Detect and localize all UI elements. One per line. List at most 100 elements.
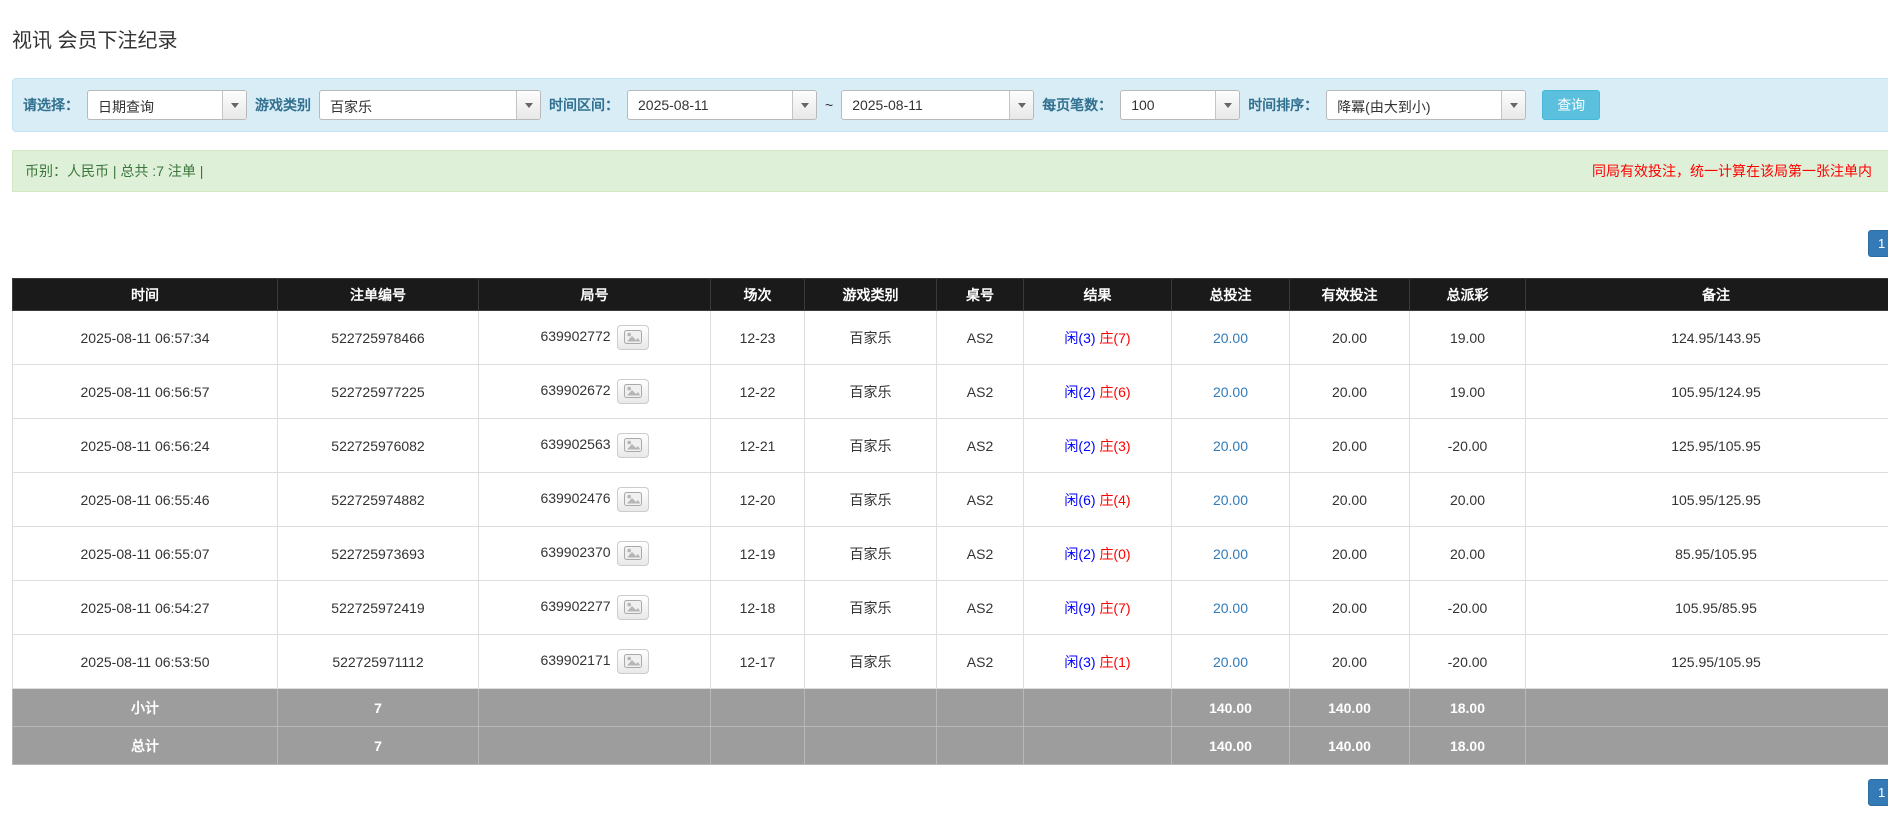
cell-bet-id: 522725972419 bbox=[278, 581, 479, 635]
table-row: 2025-08-11 06:57:34 522725978466 6399027… bbox=[13, 311, 1888, 365]
page-title: 视讯 会员下注纪录 bbox=[0, 0, 1888, 53]
pagination-page-button[interactable]: 1 bbox=[1868, 230, 1888, 257]
cell-time: 2025-08-11 06:54:27 bbox=[13, 581, 278, 635]
cell-table-no: AS2 bbox=[937, 365, 1024, 419]
cell-round-id: 639902563 bbox=[479, 419, 711, 473]
total-bet-link[interactable]: 20.00 bbox=[1213, 546, 1248, 562]
round-replay-button[interactable] bbox=[617, 433, 649, 458]
column-header: 游戏类别 bbox=[805, 279, 937, 311]
game-type-label: 游戏类别 bbox=[255, 95, 311, 115]
date-to-value: 2025-08-11 bbox=[842, 91, 933, 119]
column-header: 局号 bbox=[479, 279, 711, 311]
cell-result: 闲(2) 庄(6) bbox=[1024, 365, 1172, 419]
round-replay-button[interactable] bbox=[617, 649, 649, 674]
result-player: 闲(3) bbox=[1064, 654, 1095, 670]
picture-icon bbox=[624, 548, 642, 563]
cell-table-no: AS2 bbox=[937, 473, 1024, 527]
sort-label: 时间排序： bbox=[1248, 95, 1318, 115]
search-button[interactable]: 查询 bbox=[1542, 90, 1600, 120]
cell-remark: 105.95/125.95 bbox=[1526, 473, 1888, 527]
cell-payout: 19.00 bbox=[1410, 365, 1526, 419]
bet-records-table: 时间注单编号局号场次游戏类别桌号结果总投注有效投注总派彩备注 2025-08-1… bbox=[12, 278, 1888, 765]
cell-game-type: 百家乐 bbox=[805, 419, 937, 473]
result-player: 闲(3) bbox=[1064, 330, 1095, 346]
total-bet-link[interactable]: 20.00 bbox=[1213, 384, 1248, 400]
chevron-down-icon[interactable] bbox=[1009, 91, 1033, 119]
chevron-down-icon[interactable] bbox=[792, 91, 816, 119]
cell-time: 2025-08-11 06:53:50 bbox=[13, 635, 278, 689]
cell-valid-bet: 20.00 bbox=[1290, 365, 1410, 419]
cell-payout: -20.00 bbox=[1410, 419, 1526, 473]
cell-bet-id: 522725978466 bbox=[278, 311, 479, 365]
cell-result: 闲(2) 庄(0) bbox=[1024, 527, 1172, 581]
round-replay-button[interactable] bbox=[617, 379, 649, 404]
cell-session: 12-22 bbox=[711, 365, 805, 419]
column-header: 桌号 bbox=[937, 279, 1024, 311]
cell-game-type: 百家乐 bbox=[805, 581, 937, 635]
cell-valid-bet: 20.00 bbox=[1290, 419, 1410, 473]
page-size-select[interactable]: 100 bbox=[1120, 90, 1240, 120]
cell-remark: 124.95/143.95 bbox=[1526, 311, 1888, 365]
result-banker: 庄(1) bbox=[1099, 654, 1130, 670]
subtotal-total-bet: 140.00 bbox=[1172, 689, 1290, 727]
round-replay-button[interactable] bbox=[617, 325, 649, 350]
pagination-page-button[interactable]: 1 bbox=[1868, 779, 1888, 806]
total-total-bet: 140.00 bbox=[1172, 727, 1290, 765]
cell-total-bet: 20.00 bbox=[1172, 419, 1290, 473]
chevron-down-icon[interactable] bbox=[1215, 91, 1239, 119]
date-from-select[interactable]: 2025-08-11 bbox=[627, 90, 817, 120]
chevron-down-icon[interactable] bbox=[516, 91, 540, 119]
picture-icon bbox=[624, 602, 642, 617]
cell-table-no: AS2 bbox=[937, 581, 1024, 635]
picture-icon bbox=[624, 440, 642, 455]
total-bet-link[interactable]: 20.00 bbox=[1213, 654, 1248, 670]
cell-total-bet: 20.00 bbox=[1172, 527, 1290, 581]
table-row: 2025-08-11 06:55:46 522725974882 6399024… bbox=[13, 473, 1888, 527]
total-bet-link[interactable]: 20.00 bbox=[1213, 600, 1248, 616]
date-to-select[interactable]: 2025-08-11 bbox=[841, 90, 1034, 120]
summary-bar: 币别：人民币 | 总共 :7 注单 | 同局有效投注，统一计算在该局第一张注单内 bbox=[12, 150, 1888, 192]
sort-select[interactable]: 降冪(由大到小) bbox=[1326, 90, 1526, 120]
cell-total-bet: 20.00 bbox=[1172, 581, 1290, 635]
column-header: 备注 bbox=[1526, 279, 1888, 311]
cell-payout: 20.00 bbox=[1410, 473, 1526, 527]
table-row: 2025-08-11 06:56:24 522725976082 6399025… bbox=[13, 419, 1888, 473]
cell-valid-bet: 20.00 bbox=[1290, 527, 1410, 581]
valid-bet-notice: 同局有效投注，统一计算在该局第一张注单内 bbox=[1592, 161, 1882, 181]
cell-total-bet: 20.00 bbox=[1172, 635, 1290, 689]
game-type-select[interactable]: 百家乐 bbox=[319, 90, 541, 120]
cell-game-type: 百家乐 bbox=[805, 365, 937, 419]
cell-session: 12-23 bbox=[711, 311, 805, 365]
cell-game-type: 百家乐 bbox=[805, 527, 937, 581]
total-bet-link[interactable]: 20.00 bbox=[1213, 330, 1248, 346]
round-replay-button[interactable] bbox=[617, 541, 649, 566]
table-body: 2025-08-11 06:57:34 522725978466 6399027… bbox=[13, 311, 1888, 689]
column-header: 有效投注 bbox=[1290, 279, 1410, 311]
chevron-down-icon[interactable] bbox=[222, 91, 246, 119]
cell-bet-id: 522725974882 bbox=[278, 473, 479, 527]
cell-game-type: 百家乐 bbox=[805, 311, 937, 365]
subtotal-payout: 18.00 bbox=[1410, 689, 1526, 727]
total-bet-link[interactable]: 20.00 bbox=[1213, 438, 1248, 454]
sort-value: 降冪(由大到小) bbox=[1327, 91, 1440, 119]
cell-result: 闲(6) 庄(4) bbox=[1024, 473, 1172, 527]
table-header-row: 时间注单编号局号场次游戏类别桌号结果总投注有效投注总派彩备注 bbox=[13, 279, 1888, 311]
column-header: 总派彩 bbox=[1410, 279, 1526, 311]
cell-round-id: 639902772 bbox=[479, 311, 711, 365]
round-replay-button[interactable] bbox=[617, 487, 649, 512]
query-type-select[interactable]: 日期查询 bbox=[87, 90, 247, 120]
cell-session: 12-20 bbox=[711, 473, 805, 527]
page-size-value: 100 bbox=[1121, 91, 1164, 119]
cell-result: 闲(3) 庄(7) bbox=[1024, 311, 1172, 365]
total-valid-bet: 140.00 bbox=[1290, 727, 1410, 765]
round-id-text: 639902171 bbox=[540, 652, 610, 668]
total-bet-link[interactable]: 20.00 bbox=[1213, 492, 1248, 508]
table-row: 2025-08-11 06:55:07 522725973693 6399023… bbox=[13, 527, 1888, 581]
cell-time: 2025-08-11 06:56:24 bbox=[13, 419, 278, 473]
round-replay-button[interactable] bbox=[617, 595, 649, 620]
chevron-down-icon[interactable] bbox=[1501, 91, 1525, 119]
cell-result: 闲(9) 庄(7) bbox=[1024, 581, 1172, 635]
round-id-text: 639902476 bbox=[540, 490, 610, 506]
cell-remark: 85.95/105.95 bbox=[1526, 527, 1888, 581]
round-id-text: 639902772 bbox=[540, 328, 610, 344]
